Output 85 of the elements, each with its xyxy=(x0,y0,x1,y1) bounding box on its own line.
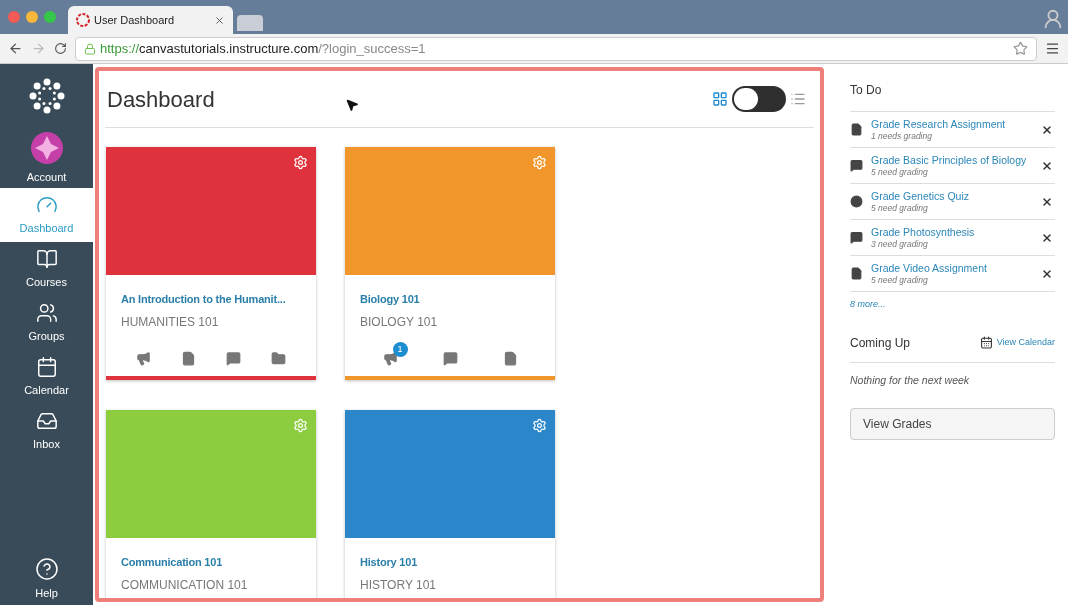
course-card[interactable]: An Introduction to the Humanit... HUMANITIES 101 xyxy=(106,147,316,380)
view-toggle[interactable] xyxy=(712,86,806,112)
course-title-link[interactable]: Communication 101 xyxy=(121,554,301,571)
todo-subtitle: 3 need grading xyxy=(871,238,929,250)
course-code: BIOLOGY 101 xyxy=(360,313,439,331)
document-icon xyxy=(850,267,863,280)
settings-icon[interactable] xyxy=(293,155,308,170)
nav-label: Account xyxy=(26,169,67,185)
view-grades-button[interactable]: View Grades xyxy=(850,408,1055,441)
lock-icon xyxy=(84,42,96,55)
nav-item[interactable]: Calendar xyxy=(0,350,93,404)
close-icon[interactable] xyxy=(1041,159,1053,172)
bookmark-star-icon[interactable] xyxy=(1013,41,1028,56)
nav-label: Inbox xyxy=(33,436,60,452)
nav-item[interactable]: Groups xyxy=(0,296,93,350)
avatar-icon xyxy=(29,130,64,165)
todo-subtitle: 5 need grading xyxy=(871,202,929,214)
course-code: HUMANITIES 101 xyxy=(121,313,220,331)
document-icon xyxy=(850,123,863,136)
todo-subtitle: 5 need grading xyxy=(871,166,929,178)
chat-icon xyxy=(850,231,863,244)
help-icon xyxy=(34,556,59,581)
course-card[interactable]: Communication 101 COMMUNICATION 101 xyxy=(106,410,316,598)
nav-label: Calendar xyxy=(24,382,69,398)
reload-icon[interactable] xyxy=(54,42,67,55)
tab-title: User Dashboard xyxy=(94,12,176,28)
help-nav-item[interactable]: Help xyxy=(34,556,59,601)
list-view-icon xyxy=(790,91,806,107)
menu-icon[interactable] xyxy=(1045,41,1060,56)
todo-link[interactable]: Grade Video Assignment xyxy=(871,261,1033,275)
close-icon[interactable] xyxy=(1041,123,1053,136)
empty-message: Nothing for the next week xyxy=(850,372,971,388)
url-text: https://canvastutorials.instructure.com/?login_success=1 xyxy=(100,39,426,58)
settings-icon[interactable] xyxy=(532,418,547,433)
course-card[interactable]: Biology 101 BIOLOGY 101 1 xyxy=(345,147,555,380)
todo-link[interactable]: Grade Genetics Quiz xyxy=(871,189,1033,203)
course-code: COMMUNICATION 101 xyxy=(121,576,249,594)
nav-label: Groups xyxy=(28,328,65,344)
settings-icon[interactable] xyxy=(532,155,547,170)
folder-icon[interactable] xyxy=(271,351,286,366)
nav-item[interactable]: Courses xyxy=(0,242,93,296)
course-title-link[interactable]: Biology 101 xyxy=(360,291,540,308)
close-icon[interactable] xyxy=(1041,195,1053,208)
todo-subtitle: 1 needs grading xyxy=(871,130,933,142)
courses-icon xyxy=(35,247,58,270)
calendar-icon xyxy=(979,336,993,349)
chat-icon[interactable] xyxy=(442,351,458,366)
document-icon[interactable] xyxy=(502,351,518,366)
page-title: Dashboard xyxy=(107,85,215,114)
groups-icon xyxy=(35,301,58,324)
close-icon[interactable] xyxy=(1041,231,1053,244)
todo-link[interactable]: Grade Basic Principles of Biology xyxy=(871,153,1033,167)
course-card[interactable]: History 101 HISTORY 101 xyxy=(345,410,555,598)
logo-icon[interactable] xyxy=(28,78,65,114)
course-title-link[interactable]: An Introduction to the Humanit... xyxy=(121,291,301,308)
nav-label: Courses xyxy=(26,274,67,290)
nav-item[interactable]: Inbox xyxy=(0,404,93,458)
more-link[interactable]: 8 more... xyxy=(850,298,1055,312)
document-icon[interactable] xyxy=(181,351,196,366)
nav-item[interactable]: Account xyxy=(0,128,93,188)
chat-icon[interactable] xyxy=(226,351,241,366)
calendar-icon xyxy=(35,355,58,378)
favicon-icon xyxy=(76,13,90,27)
todo-heading: To Do xyxy=(850,81,1055,112)
course-title-link[interactable]: History 101 xyxy=(360,554,540,571)
nav-item[interactable]: Dashboard xyxy=(0,188,93,242)
megaphone-icon[interactable] xyxy=(136,351,151,366)
minimize-window-icon[interactable] xyxy=(26,11,38,23)
megaphone-icon[interactable] xyxy=(382,351,398,366)
mouse-cursor-icon xyxy=(344,98,359,112)
nav-label: Dashboard xyxy=(19,220,74,236)
close-icon[interactable] xyxy=(1041,267,1053,280)
view-calendar-link[interactable]: View Calendar xyxy=(979,335,1055,350)
course-code: HISTORY 101 xyxy=(360,576,438,594)
chat-icon xyxy=(850,159,863,172)
back-icon[interactable] xyxy=(8,41,23,56)
browser-tab[interactable]: User Dashboard xyxy=(68,6,233,34)
coming-up-heading: Coming Up xyxy=(850,334,911,352)
grid-view-icon xyxy=(712,91,728,107)
todo-subtitle: 5 need grading xyxy=(871,274,929,286)
todo-link[interactable]: Grade Research Assignment xyxy=(871,117,1033,131)
notification-badge: 1 xyxy=(392,342,408,357)
todo-link[interactable]: Grade Photosynthesis xyxy=(871,225,1033,239)
address-field[interactable]: https://canvastutorials.instructure.com/?login_success=1 xyxy=(75,36,1037,61)
close-tab-icon[interactable] xyxy=(214,14,225,26)
